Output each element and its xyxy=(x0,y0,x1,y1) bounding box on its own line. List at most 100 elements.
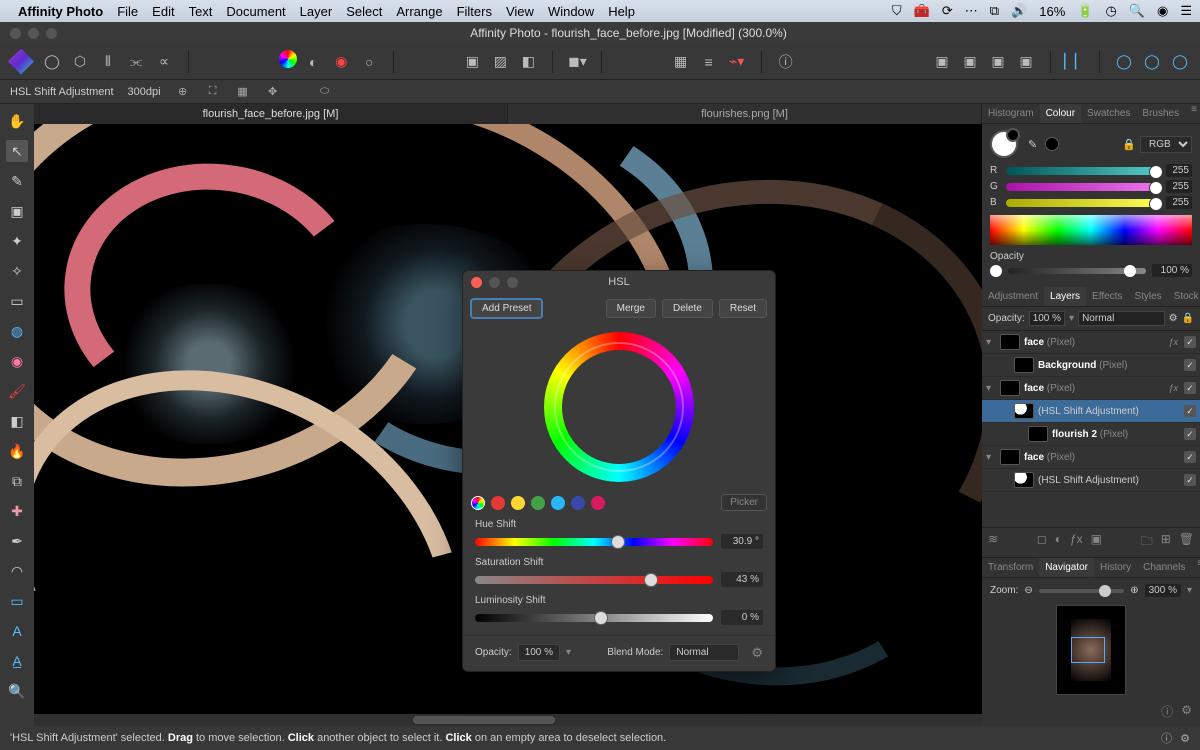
zoom-value[interactable]: 300 % xyxy=(1145,584,1181,597)
sync-icon[interactable]: ⟳ xyxy=(942,3,953,19)
sat-value[interactable]: 43 % xyxy=(721,572,763,587)
slider-r[interactable] xyxy=(1006,167,1160,175)
tool-flood-fill[interactable]: ◍ xyxy=(6,320,28,342)
zoom-slider[interactable] xyxy=(1039,589,1124,593)
tool-paint-brush[interactable]: 🖌 xyxy=(6,380,28,402)
tab-history[interactable]: History xyxy=(1094,558,1137,577)
slider-g[interactable] xyxy=(1006,183,1160,191)
layer-row[interactable]: ▾face (Pixel)ƒx✓ xyxy=(982,377,1200,400)
tab-brushes[interactable]: Brushes xyxy=(1136,104,1185,123)
invert-sel-icon[interactable]: ◧ xyxy=(516,50,540,74)
volume-icon[interactable]: 🔊 xyxy=(1011,3,1027,19)
layer-group-icon[interactable]: 🗀 xyxy=(1141,532,1153,553)
layer-row[interactable]: (HSL Shift Adjustment)✓ xyxy=(982,469,1200,492)
tab-channels[interactable]: Channels xyxy=(1137,558,1191,577)
tool-crop[interactable]: ▣ xyxy=(6,200,28,222)
hsl-colour-wheel[interactable] xyxy=(544,332,694,482)
tool-colour-picker[interactable]: ✎ xyxy=(6,170,28,192)
slider-b[interactable] xyxy=(1006,199,1160,207)
layer-visible-check[interactable]: ✓ xyxy=(1184,474,1196,486)
hsl-gear-icon[interactable]: ⚙ xyxy=(751,645,763,661)
ctx-grid-icon[interactable]: ▦ xyxy=(235,84,251,100)
nav-gear-icon[interactable]: ⚙ xyxy=(1181,703,1192,720)
second-swatch[interactable] xyxy=(1045,137,1059,151)
reset-button[interactable]: Reset xyxy=(719,299,767,318)
hsl-titlebar[interactable]: HSL xyxy=(463,271,775,293)
tab-effects[interactable]: Effects xyxy=(1086,287,1128,306)
tool-marquee[interactable]: ▭ xyxy=(6,290,28,312)
tool-shape[interactable]: ▭ xyxy=(6,590,28,612)
auto-white-icon[interactable]: ○ xyxy=(357,50,381,74)
navigator-thumbnail[interactable] xyxy=(1056,605,1126,695)
arrange-front-icon[interactable]: ▣ xyxy=(1014,50,1038,74)
val-r[interactable]: 255 xyxy=(1166,164,1192,177)
layer-fx-icon[interactable]: ƒx xyxy=(1070,532,1083,553)
val-g[interactable]: 255 xyxy=(1166,180,1192,193)
picker-button[interactable]: Picker xyxy=(721,494,767,511)
layer-visible-check[interactable]: ✓ xyxy=(1184,359,1196,371)
bool-add-icon[interactable]: ◯ xyxy=(1112,50,1136,74)
menu-edit[interactable]: Edit xyxy=(152,4,174,19)
deselect-icon[interactable]: ▨ xyxy=(488,50,512,74)
hsl-dialog[interactable]: HSL Add Preset Merge Delete Reset Picker… xyxy=(462,270,776,672)
shield-icon[interactable]: ⛉ xyxy=(892,3,902,19)
layer-add-icon[interactable]: ⊞ xyxy=(1161,532,1171,553)
layer-visible-check[interactable]: ✓ xyxy=(1184,405,1196,417)
wifi-icon[interactable]: ⧉ xyxy=(990,3,999,19)
layer-visible-check[interactable]: ✓ xyxy=(1184,382,1196,394)
menu-select[interactable]: Select xyxy=(346,4,382,19)
layer-expand-icon[interactable]: ▾ xyxy=(986,337,996,348)
tab-layers[interactable]: Layers xyxy=(1044,287,1086,306)
opacity-slider[interactable] xyxy=(1008,268,1146,274)
menu-layer[interactable]: Layer xyxy=(300,4,333,19)
tab-swatches[interactable]: Swatches xyxy=(1081,104,1136,123)
quick-mask-icon[interactable]: ◼▾ xyxy=(565,50,589,74)
layer-row[interactable]: Background (Pixel)✓ xyxy=(982,354,1200,377)
menu-arrange[interactable]: Arrange xyxy=(396,4,442,19)
assistant-icon[interactable]: ⓘ xyxy=(774,50,798,74)
nav-menu-icon[interactable]: ≡ xyxy=(1191,558,1200,577)
auto-colours-icon[interactable]: ◉ xyxy=(329,50,353,74)
tool-gradient[interactable]: ◉ xyxy=(6,350,28,372)
clock-icon[interactable]: ◷ xyxy=(1105,3,1116,19)
layers-opacity-value[interactable]: 100 % xyxy=(1029,311,1065,326)
tab-colour[interactable]: Colour xyxy=(1040,104,1081,123)
status-gear-icon[interactable]: ⚙ xyxy=(1180,732,1190,745)
persona-develop-icon[interactable]: ⦀ xyxy=(96,50,120,74)
tool-zoom[interactable]: 🔍 xyxy=(6,680,28,702)
bg-colour-swatch[interactable] xyxy=(1006,128,1020,142)
val-b[interactable]: 255 xyxy=(1166,196,1192,209)
layer-crop-icon[interactable]: ▣ xyxy=(1091,532,1102,553)
eyedropper-icon[interactable]: ✎ xyxy=(1028,138,1037,151)
tab-styles[interactable]: Styles xyxy=(1128,287,1167,306)
arrange-back-icon[interactable]: ▣ xyxy=(930,50,954,74)
tool-move[interactable]: ↖ xyxy=(6,140,28,162)
layer-mask-icon[interactable]: ◻ xyxy=(1037,532,1047,553)
hsl-swatch[interactable] xyxy=(471,496,485,510)
sat-slider[interactable] xyxy=(475,576,713,584)
tab-navigator[interactable]: Navigator xyxy=(1039,558,1094,577)
hsl-blend-select[interactable]: Normal xyxy=(669,644,739,661)
doc-tab-0[interactable]: flourish_face_before.jpg [M] xyxy=(34,104,508,124)
arrange-forward-icon[interactable]: ▣ xyxy=(986,50,1010,74)
lum-slider[interactable] xyxy=(475,614,713,622)
opacity-value[interactable]: 100 % xyxy=(1152,264,1192,277)
zoom-in-icon[interactable]: ⊕ xyxy=(1130,585,1138,596)
layer-visible-check[interactable]: ✓ xyxy=(1184,428,1196,440)
persona-tone-icon[interactable]: ⫘ xyxy=(124,50,148,74)
bool-intersect-icon[interactable]: ◯ xyxy=(1168,50,1192,74)
layer-row[interactable]: ▾face (Pixel)✓ xyxy=(982,446,1200,469)
tool-healing[interactable]: ✚ xyxy=(6,500,28,522)
ctx-move-icon[interactable]: ✥ xyxy=(265,84,281,100)
hsl-swatch[interactable] xyxy=(551,496,565,510)
search-icon[interactable]: 🔍 xyxy=(1129,3,1145,19)
tool-flood-select[interactable]: ✧ xyxy=(6,260,28,282)
tab-stock[interactable]: Stock xyxy=(1168,287,1200,306)
tool-hand[interactable]: ✋ xyxy=(6,110,28,132)
persona-photo-icon[interactable]: ◯ xyxy=(40,50,64,74)
hsl-swatch[interactable] xyxy=(511,496,525,510)
canvas-scrollbar-h[interactable] xyxy=(34,714,982,726)
lock-layer-icon[interactable]: 🔒 xyxy=(1182,313,1194,324)
hsl-swatch[interactable] xyxy=(531,496,545,510)
layers-blend-select[interactable]: Normal xyxy=(1078,311,1165,326)
